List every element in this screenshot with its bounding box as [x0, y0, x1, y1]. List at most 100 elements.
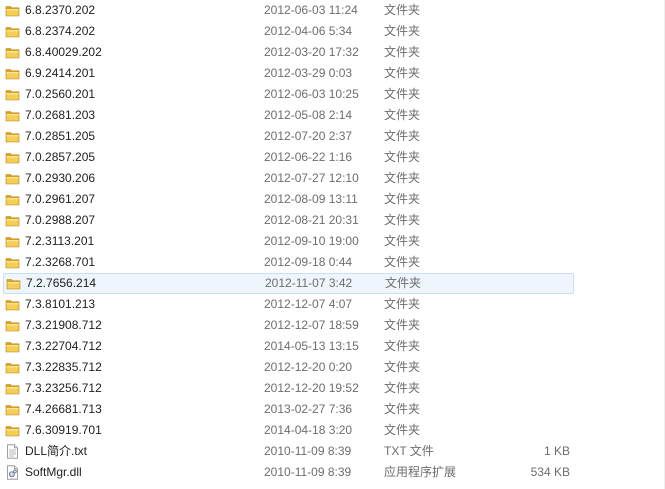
modified-date: 2012-12-07 18:59: [264, 318, 359, 332]
folder-row[interactable]: 7.0.2560.201 2012-06-03 10:25 文件夹: [0, 84, 665, 105]
file-size: 1 KB: [543, 444, 570, 458]
file-type: 文件夹: [384, 192, 421, 206]
file-row[interactable]: DLL简介.txt 2010-11-09 8:39 TXT 文件 1 KB: [0, 441, 665, 462]
modified-date: 2012-07-20 2:37: [264, 129, 353, 143]
folder-icon: [6, 276, 21, 291]
folder-row[interactable]: 7.0.2681.203 2012-05-08 2:14 文件夹: [0, 105, 665, 126]
file-name: 6.8.40029.202: [25, 45, 102, 59]
modified-date: 2012-06-03 11:24: [264, 3, 358, 17]
file-name: 7.3.22704.712: [25, 339, 102, 353]
file-name: 7.0.2857.205: [25, 150, 96, 164]
modified-date: 2012-03-29 0:03: [264, 66, 353, 80]
folder-icon: [5, 108, 20, 123]
folder-icon: [5, 255, 20, 270]
file-name: 6.9.2414.201: [25, 66, 96, 80]
folder-row[interactable]: 7.2.3268.701 2012-09-18 0:44 文件夹: [0, 252, 665, 273]
folder-row[interactable]: 7.0.2857.205 2012-06-22 1:16 文件夹: [0, 147, 665, 168]
file-type: 文件夹: [384, 150, 421, 164]
modified-date: 2012-06-22 1:16: [264, 150, 353, 164]
file-row[interactable]: SoftMgr.dll 2010-11-09 8:39 应用程序扩展 534 KB: [0, 462, 665, 483]
folder-icon: [5, 381, 20, 396]
file-type: 文件夹: [384, 423, 421, 437]
file-type: TXT 文件: [384, 444, 434, 458]
folder-icon: [5, 66, 20, 81]
modified-date: 2012-12-07 4:07: [264, 297, 353, 311]
file-type: 文件夹: [384, 66, 421, 80]
folder-row[interactable]: 7.3.8101.213 2012-12-07 4:07 文件夹: [0, 294, 665, 315]
file-name: 7.3.23256.712: [25, 381, 102, 395]
modified-date: 2012-04-06 5:34: [264, 24, 353, 38]
modified-date: 2010-11-09 8:39: [264, 444, 352, 458]
modified-date: 2014-05-13 13:15: [264, 339, 359, 353]
folder-row[interactable]: 7.3.22835.712 2012-12-20 0:20 文件夹: [0, 357, 665, 378]
folder-icon: [5, 213, 20, 228]
file-type: 文件夹: [384, 297, 421, 311]
modified-date: 2014-04-18 3:20: [264, 423, 353, 437]
modified-date: 2012-12-20 0:20: [264, 360, 353, 374]
modified-date: 2010-11-09 8:39: [264, 465, 352, 479]
file-name: 7.0.2961.207: [25, 192, 96, 206]
modified-date: 2012-06-03 10:25: [264, 87, 359, 101]
folder-row[interactable]: 7.4.26681.713 2013-02-27 7:36 文件夹: [0, 399, 665, 420]
modified-date: 2012-11-07 3:42: [265, 276, 353, 290]
dll-file-icon: [5, 465, 20, 480]
file-name: 7.0.2930.206: [25, 171, 96, 185]
file-type: 文件夹: [384, 318, 421, 332]
folder-row[interactable]: 7.0.2851.205 2012-07-20 2:37 文件夹: [0, 126, 665, 147]
folder-icon: [5, 192, 20, 207]
folder-icon: [5, 3, 20, 18]
folder-row[interactable]: 6.8.40029.202 2012-03-20 17:32 文件夹: [0, 42, 665, 63]
folder-row[interactable]: 7.6.30919.701 2014-04-18 3:20 文件夹: [0, 420, 665, 441]
file-type: 文件夹: [384, 213, 421, 227]
folder-row[interactable]: 6.8.2374.202 2012-04-06 5:34 文件夹: [0, 21, 665, 42]
file-name: DLL简介.txt: [25, 444, 88, 458]
file-type: 文件夹: [384, 24, 421, 38]
folder-icon: [5, 129, 20, 144]
folder-row[interactable]: 7.2.7656.214 2012-11-07 3:42 文件夹: [3, 273, 574, 294]
folder-icon: [5, 24, 20, 39]
file-type: 文件夹: [384, 108, 421, 122]
folder-icon: [5, 360, 20, 375]
file-name: 7.3.22835.712: [25, 360, 102, 374]
modified-date: 2012-08-09 13:11: [264, 192, 358, 206]
modified-date: 2012-05-08 2:14: [264, 108, 353, 122]
folder-icon: [5, 45, 20, 60]
folder-row[interactable]: 7.3.21908.712 2012-12-07 18:59 文件夹: [0, 315, 665, 336]
modified-date: 2012-03-20 17:32: [264, 45, 359, 59]
file-name: 7.2.3268.701: [25, 255, 96, 269]
file-list: 6.8.2370.202 2012-06-03 11:24 文件夹 6.8.2374.…: [0, 0, 665, 489]
folder-row[interactable]: 7.0.2930.206 2012-07-27 12:10 文件夹: [0, 168, 665, 189]
file-type: 文件夹: [384, 339, 421, 353]
file-name: 7.3.21908.712: [25, 318, 102, 332]
folder-row[interactable]: 6.8.2370.202 2012-06-03 11:24 文件夹: [0, 0, 665, 21]
folder-row[interactable]: 7.3.22704.712 2014-05-13 13:15 文件夹: [0, 336, 665, 357]
modified-date: 2012-09-18 0:44: [264, 255, 353, 269]
file-type: 文件夹: [384, 171, 421, 185]
file-name: 7.4.26681.713: [25, 402, 102, 416]
text-file-icon: [5, 444, 20, 459]
modified-date: 2013-02-27 7:36: [264, 402, 353, 416]
folder-icon: [5, 318, 20, 333]
folder-icon: [5, 339, 20, 354]
modified-date: 2012-09-10 19:00: [264, 234, 359, 248]
file-name: 7.0.2681.203: [25, 108, 96, 122]
file-type: 文件夹: [384, 129, 421, 143]
folder-row[interactable]: 7.3.23256.712 2012-12-20 19:52 文件夹: [0, 378, 665, 399]
folder-row[interactable]: 6.9.2414.201 2012-03-29 0:03 文件夹: [0, 63, 665, 84]
folder-row[interactable]: 7.0.2988.207 2012-08-21 20:31 文件夹: [0, 210, 665, 231]
modified-date: 2012-07-27 12:10: [264, 171, 359, 185]
folder-row[interactable]: 7.0.2961.207 2012-08-09 13:11 文件夹: [0, 189, 665, 210]
folder-icon: [5, 87, 20, 102]
file-name: 7.2.7656.214: [26, 276, 97, 290]
file-type: 文件夹: [384, 3, 421, 17]
folder-icon: [5, 234, 20, 249]
file-name: 7.0.2988.207: [25, 213, 96, 227]
file-name: 7.3.8101.213: [25, 297, 96, 311]
file-name: 7.0.2560.201: [25, 87, 96, 101]
file-type: 文件夹: [384, 360, 421, 374]
file-size: 534 KB: [530, 465, 570, 479]
file-type: 文件夹: [384, 381, 421, 395]
file-type: 文件夹: [384, 87, 421, 101]
file-name: SoftMgr.dll: [25, 465, 82, 479]
folder-row[interactable]: 7.2.3113.201 2012-09-10 19:00 文件夹: [0, 231, 665, 252]
